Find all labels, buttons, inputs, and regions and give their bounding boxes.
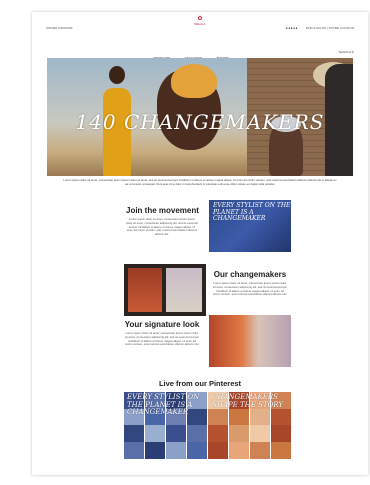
join-card-text: EVERY STYLIST ON THE PLANET IS A CHANGEM… [213, 202, 291, 222]
twitter-icon[interactable]: ● [296, 26, 298, 30]
brand-logo[interactable]: ✿ WELLA [192, 16, 208, 28]
hero-title: 140 CHANGEMAKERS [75, 110, 325, 134]
hero-banner: 140 CHANGEMAKERS [47, 58, 353, 176]
intro-text: Lorem ipsum dolor sit amet, consectetur … [63, 178, 337, 186]
pinterest-title: Live from our Pinterest [158, 379, 242, 388]
utility-links[interactable]: FIND A SALON | STORE LOCATOR [306, 26, 354, 30]
pinterest-tile[interactable] [124, 441, 144, 459]
pinterest-tile[interactable] [187, 441, 207, 459]
pinterest-tile[interactable] [208, 408, 228, 426]
join-title: Join the movement [126, 206, 199, 215]
pinterest-tile[interactable] [250, 408, 270, 426]
pinterest-tile[interactable] [271, 425, 291, 442]
pinterest-overlay-right: CHANGEMAKERS SHAPE THE STORY [212, 393, 283, 409]
pinterest-tile[interactable] [208, 425, 228, 442]
changemaker-photo-2 [166, 268, 202, 312]
changemakers-title: Our changemakers [213, 270, 287, 279]
signature-section: Your signature look Lorem ipsum dolor si… [124, 320, 200, 347]
search-button[interactable]: SEARCH ⚲ [338, 50, 354, 54]
brand-name: WELLA [194, 22, 206, 26]
join-body: Lorem ipsum dolor sit amet, consectetur … [126, 217, 198, 237]
pinterest-tile[interactable] [166, 425, 186, 442]
signature-title: Your signature look [124, 320, 200, 329]
social-icons: ●●●●● [286, 26, 298, 30]
join-card-image[interactable]: EVERY STYLIST ON THE PLANET IS A CHANGEM… [209, 200, 291, 252]
pinterest-tile[interactable] [145, 425, 165, 442]
header: UNITED KINGDOM ✿ WELLA FIND A SALON | ST… [32, 12, 368, 40]
pinterest-tile[interactable] [250, 441, 270, 459]
pinterest-tile[interactable] [145, 441, 165, 459]
join-section: Join the movement Lorem ipsum dolor sit … [126, 206, 199, 237]
signature-body: Lorem ipsum dolor sit amet, consectetur … [124, 331, 200, 347]
pinterest-tile[interactable] [271, 408, 291, 426]
hero-blonde-hair [171, 64, 217, 98]
pinterest-tile[interactable] [250, 425, 270, 442]
search-icon: ⚲ [351, 50, 354, 54]
pinterest-tile[interactable] [229, 441, 249, 459]
hero-model-head [109, 66, 125, 84]
pinterest-tile[interactable] [124, 425, 144, 442]
pinterest-tile[interactable] [166, 441, 186, 459]
country-selector[interactable]: UNITED KINGDOM [46, 26, 72, 30]
pinterest-tile[interactable] [187, 425, 207, 442]
changemakers-body: Lorem ipsum dolor sit amet, consectetur … [212, 281, 288, 297]
pinterest-tile[interactable] [229, 408, 249, 426]
signature-look-image[interactable] [209, 315, 291, 367]
pinterest-tile[interactable] [229, 425, 249, 442]
changemakers-section: Our changemakers Lorem ipsum dolor sit a… [212, 270, 288, 297]
pinterest-tile[interactable] [271, 441, 291, 459]
website-page: UNITED KINGDOM ✿ WELLA FIND A SALON | ST… [32, 12, 368, 475]
changemaker-photo-1 [128, 268, 162, 312]
pinterest-tile[interactable] [208, 441, 228, 459]
search-label: SEARCH [338, 50, 351, 54]
pinterest-overlay-left: EVERY STYLIST ON THE PLANET IS A CHANGEM… [127, 393, 200, 416]
